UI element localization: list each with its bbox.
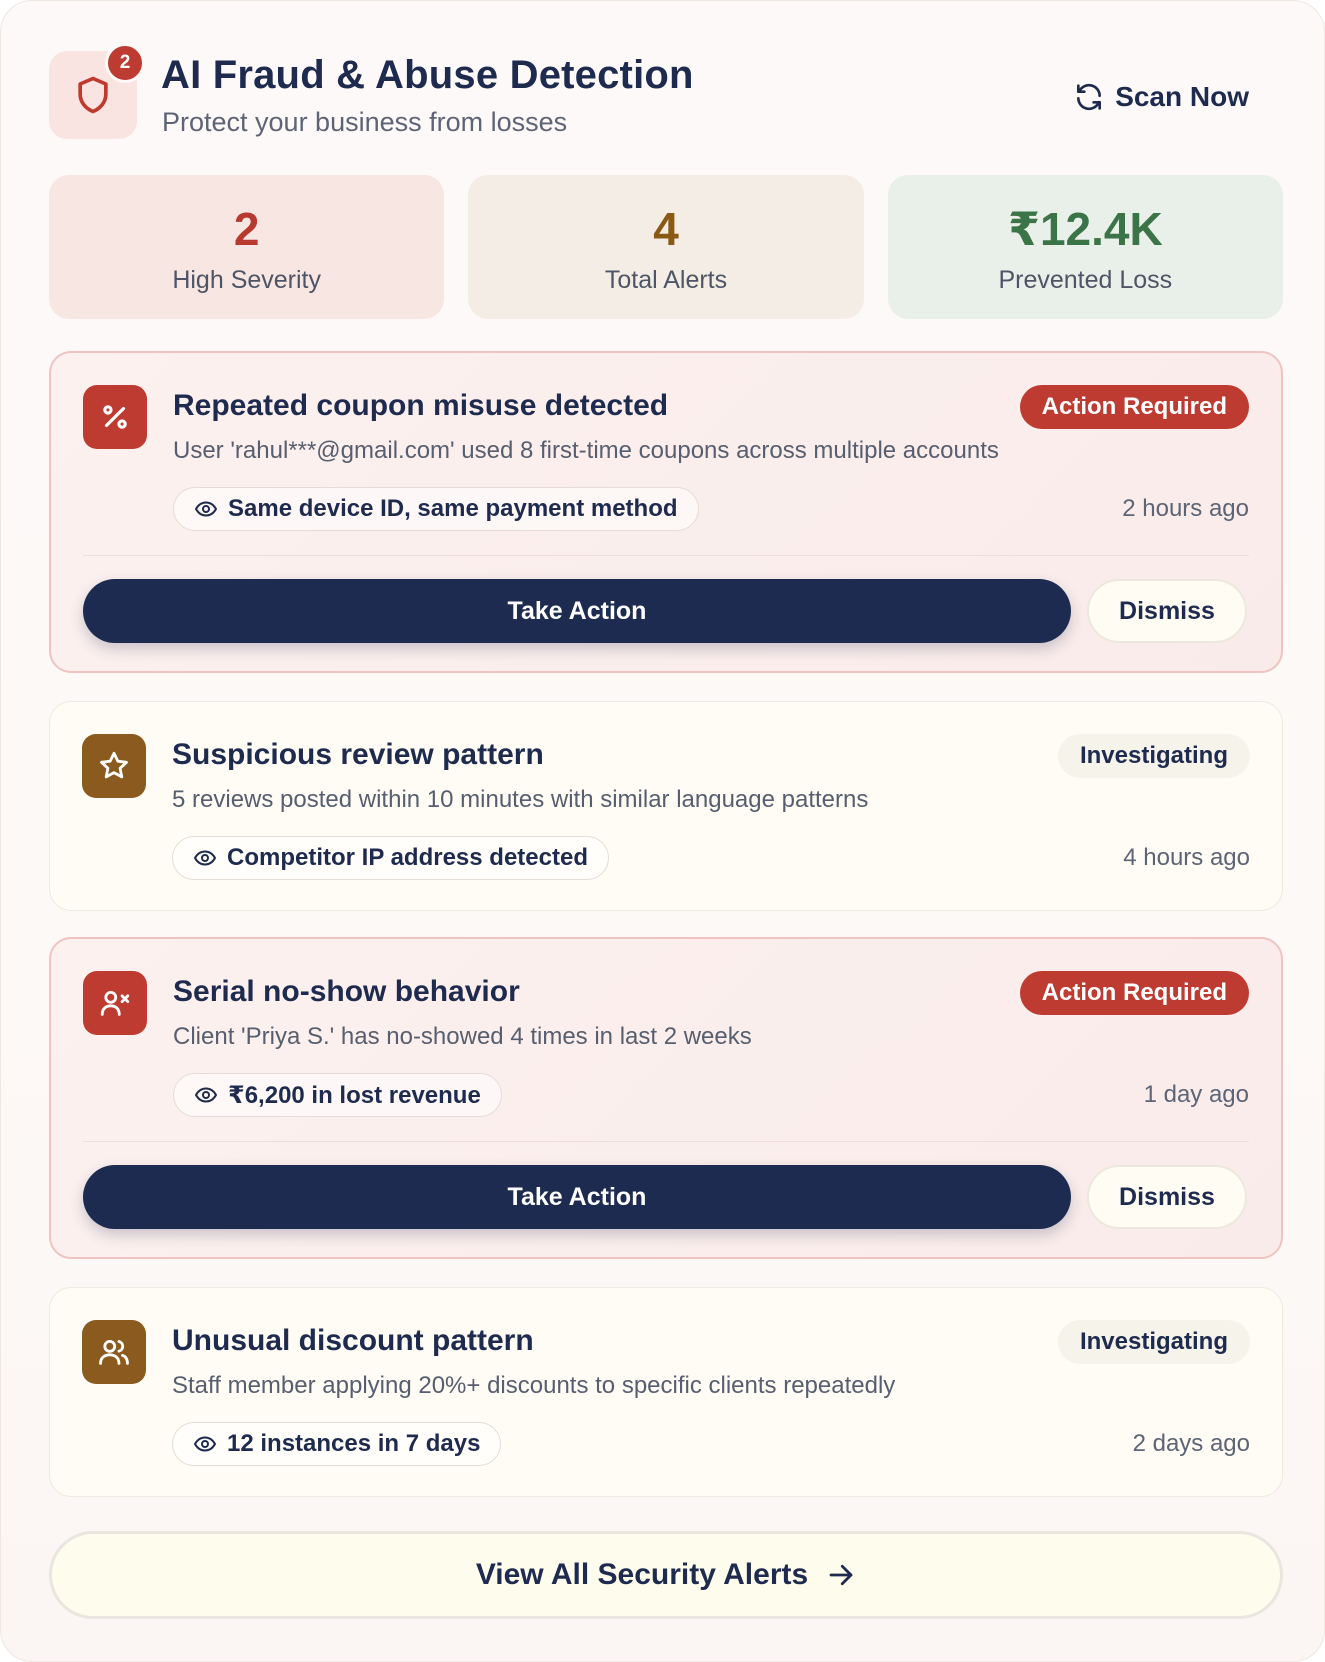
evidence-text: Competitor IP address detected — [227, 844, 588, 871]
eye-icon — [194, 850, 216, 866]
evidence-chip: 12 instances in 7 days — [172, 1422, 502, 1466]
alert-description: Client 'Priya S.' has no-showed 4 times … — [173, 1023, 752, 1050]
alert-title: Unusual discount pattern — [172, 1324, 534, 1357]
eye-icon — [195, 501, 217, 517]
evidence-chip: ₹6,200 in lost revenue — [173, 1073, 502, 1117]
evidence-text: ₹6,200 in lost revenue — [228, 1081, 481, 1109]
status-badge: Action Required — [1019, 385, 1249, 429]
alert-title: Serial no-show behavior — [173, 975, 520, 1008]
page-title: AI Fraud & Abuse Detection — [161, 53, 694, 97]
card-divider — [83, 1141, 1249, 1142]
alert-time: 2 days ago — [1132, 1430, 1250, 1457]
star-icon — [100, 751, 128, 779]
stat-high-severity: 2 High Severity — [49, 175, 445, 319]
stat-prevented-loss: ₹12.4K Prevented Loss — [887, 175, 1283, 319]
alert-description: User 'rahul***@gmail.com' used 8 first-t… — [173, 437, 999, 464]
alert-count-badge: 2 — [105, 43, 145, 83]
dismiss-button[interactable]: Dismiss — [1087, 579, 1247, 643]
alert-description: 5 reviews posted within 10 minutes with … — [172, 786, 869, 813]
alert-icon-tile — [82, 1320, 146, 1384]
stat-label: Prevented Loss — [998, 265, 1173, 294]
eye-icon — [195, 1087, 217, 1103]
evidence-chip: Competitor IP address detected — [172, 836, 609, 880]
refresh-icon — [1077, 83, 1102, 111]
scan-now-button[interactable]: Scan Now — [1073, 77, 1249, 117]
card-divider — [83, 555, 1249, 556]
evidence-text: Same device ID, same payment method — [228, 495, 678, 522]
eye-icon — [194, 1436, 216, 1452]
alert-icon-tile — [83, 385, 147, 449]
stat-value: 2 — [233, 202, 260, 255]
view-all-alerts-button[interactable]: View All Security Alerts — [49, 1531, 1283, 1619]
stat-value: 4 — [653, 202, 679, 255]
alert-card-review-pattern: Suspicious review pattern Investigating … — [49, 701, 1283, 911]
alert-time: 4 hours ago — [1123, 844, 1250, 871]
alert-time: 2 hours ago — [1122, 495, 1249, 522]
scan-now-label: Scan Now — [1115, 81, 1249, 112]
take-action-button[interactable]: Take Action — [83, 1165, 1071, 1229]
arrow-right-icon — [829, 1564, 853, 1586]
take-action-button[interactable]: Take Action — [83, 579, 1071, 643]
alert-title: Suspicious review pattern — [172, 738, 544, 771]
panel-header: 2 AI Fraud & Abuse Detection Protect you… — [49, 43, 1249, 139]
alert-title: Repeated coupon misuse detected — [173, 389, 669, 422]
page-subtitle: Protect your business from losses — [162, 107, 568, 137]
view-all-label: View All Security Alerts — [475, 1558, 809, 1591]
status-badge: Investigating — [1057, 1320, 1250, 1364]
alert-card-coupon-misuse: Repeated coupon misuse detected Action R… — [49, 351, 1283, 673]
evidence-text: 12 instances in 7 days — [227, 1430, 481, 1457]
stat-label: Total Alerts — [604, 265, 728, 294]
stat-label: High Severity — [172, 265, 321, 294]
evidence-chip: Same device ID, same payment method — [173, 487, 699, 531]
alert-time: 1 day ago — [1143, 1081, 1249, 1108]
alert-card-discount-pattern: Unusual discount pattern Investigating S… — [49, 1287, 1283, 1497]
stat-value: ₹12.4K — [1007, 202, 1163, 255]
alert-icon-tile — [82, 734, 146, 798]
shield-icon — [78, 76, 108, 114]
alert-card-no-show: Serial no-show behavior Action Required … — [49, 937, 1283, 1259]
percent-icon — [103, 405, 127, 429]
user-x-icon — [100, 990, 130, 1016]
fraud-detection-panel: 2 AI Fraud & Abuse Detection Protect you… — [0, 0, 1325, 1662]
users-icon — [99, 1339, 129, 1365]
dismiss-button[interactable]: Dismiss — [1087, 1165, 1247, 1229]
stat-total-alerts: 4 Total Alerts — [468, 175, 864, 319]
status-badge: Investigating — [1057, 734, 1250, 778]
alert-description: Staff member applying 20%+ discounts to … — [172, 1372, 896, 1399]
status-badge: Action Required — [1019, 971, 1249, 1015]
stats-row: 2 High Severity 4 Total Alerts ₹12.4K Pr… — [49, 175, 1283, 319]
alert-icon-tile — [83, 971, 147, 1035]
